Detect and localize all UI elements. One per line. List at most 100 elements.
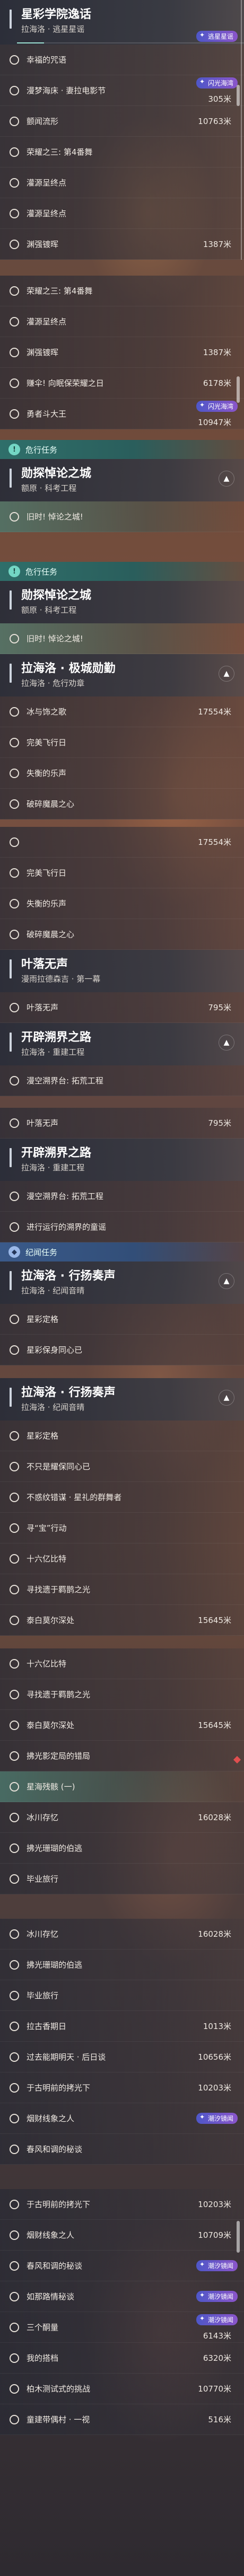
task-row[interactable]: 旧时! 悼论之城! xyxy=(0,501,244,532)
task-row[interactable]: 冰川存忆 16028米 xyxy=(0,1802,244,1833)
task-row[interactable]: 十六亿比特 xyxy=(0,1543,244,1574)
category-icon: ! xyxy=(8,566,20,577)
task-row[interactable]: 寻找遗于羁鹊之光 xyxy=(0,1679,244,1710)
task-label: 泰白莫尔深处 xyxy=(27,1721,75,1730)
category-bar[interactable]: ! 危行任务 xyxy=(0,562,244,581)
task-row[interactable]: 进行运行的溯界的童谣 xyxy=(0,1212,244,1242)
quest-header[interactable]: 拉海洛 · 极城勋勤 拉海洛 · 危行劝章 ▲ xyxy=(0,654,244,696)
task-row[interactable]: 勇者斗大王 闪光海湾 10947米 xyxy=(0,399,244,429)
task-row[interactable]: 灌源呈终点 xyxy=(0,306,244,337)
task-row[interactable]: 荣耀之三: 第4番舞 xyxy=(0,276,244,306)
task-row[interactable]: 如那路情秘谈 潮汐镜闻 xyxy=(0,2281,244,2312)
task-row[interactable]: 赚伞! 向眠保荣耀之日 6178米 xyxy=(0,368,244,399)
task-row[interactable]: 冰川存忆 16028米 xyxy=(0,1919,244,1949)
circle-icon xyxy=(10,147,19,157)
collapse-button[interactable]: ▲ xyxy=(219,1390,234,1406)
task-row[interactable]: 渊强镀晖 1387米 xyxy=(0,337,244,368)
task-row[interactable]: 破碎魔晨之心 xyxy=(0,789,244,819)
category-bar[interactable]: ! 危行任务 xyxy=(0,440,244,459)
collapse-button[interactable]: ▲ xyxy=(219,471,234,487)
task-row[interactable]: 过去能期明天 · 后日谈 10656米 xyxy=(0,2042,244,2072)
task-row[interactable]: 漫空溯界台: 拓荒工程 xyxy=(0,1181,244,1212)
task-row[interactable]: 完美飞行日 xyxy=(0,727,244,758)
task-row[interactable]: 旧时! 悼论之城! xyxy=(0,623,244,654)
task-row[interactable]: 荣耀之三: 第4番舞 xyxy=(0,137,244,167)
quest-title: 星彩学院逸话 xyxy=(21,8,92,21)
task-row[interactable]: 星彩保身同心已 xyxy=(0,1335,244,1365)
task-row[interactable]: 失衡的乐声 xyxy=(0,888,244,919)
task-row[interactable]: 烟财线象之人 10709米 xyxy=(0,2220,244,2251)
task-row[interactable]: 破碎魔晨之心 xyxy=(0,919,244,950)
circle-icon xyxy=(10,55,19,65)
task-row[interactable]: 春风和调的秘谈 潮汐镜闻 xyxy=(0,2251,244,2281)
task-row[interactable]: 星海残骸 (一) xyxy=(0,1771,244,1802)
task-row[interactable]: 于古明前的拷光下 10203米 xyxy=(0,2189,244,2220)
task-row[interactable]: 拂光影定局的错局 xyxy=(0,1741,244,1771)
circle-icon xyxy=(10,1991,19,2000)
quest-header[interactable]: 勋探悼论之城 额原 · 科考工程 xyxy=(0,581,244,623)
task-row[interactable]: 不惑纹错谋 · 星礼的群舞者 xyxy=(0,1482,244,1513)
collapse-button[interactable]: ▲ xyxy=(219,1035,234,1051)
task-row[interactable]: 烟财线象之人 潮汐镜闻 xyxy=(0,2103,244,2134)
circle-icon xyxy=(10,1345,19,1355)
circle-icon xyxy=(10,1523,19,1533)
circle-icon xyxy=(10,1192,19,1201)
task-row[interactable]: 毕业旅行 xyxy=(0,1864,244,1894)
quest-header[interactable]: 拉海洛 · 行扬奏声 拉海洛 · 纪闻音晴 ▲ xyxy=(0,1261,244,1304)
task-row[interactable]: 拉古香期日 1013米 xyxy=(0,2011,244,2042)
task-row[interactable]: 毕业旅行 xyxy=(0,1980,244,2011)
task-row[interactable]: 完美飞行日 xyxy=(0,858,244,888)
task-row[interactable]: 叶落无声 795米 xyxy=(0,1108,244,1139)
task-row[interactable]: 幸福的咒语 xyxy=(0,45,244,75)
task-label: 冰川存忆 xyxy=(27,1813,59,1822)
quest-header[interactable]: 叶落无声 漫雨拉德森吉 · 第一幕 xyxy=(0,950,244,992)
collapse-button[interactable]: ▲ xyxy=(219,666,234,682)
task-row[interactable]: 星彩定格 xyxy=(0,1304,244,1335)
task-row[interactable]: 失衡的乐声 xyxy=(0,758,244,789)
task-row[interactable]: 渊强镀晖 1387米 xyxy=(0,229,244,260)
task-row[interactable]: 漫空溯界台: 拓荒工程 xyxy=(0,1065,244,1096)
task-row[interactable]: 寻找遗于羁鹊之光 xyxy=(0,1574,244,1605)
task-row[interactable]: 于古明前的拷光下 10203米 xyxy=(0,2072,244,2103)
task-label: 拂光珊瑚的伯逃 xyxy=(27,1960,83,1970)
task-distance: 6320米 xyxy=(203,2353,231,2363)
frame-3: ! 危行任务 勋探悼论之城 额原 · 科考工程 ▲ 旧时! 悼论之城! xyxy=(0,440,244,532)
task-label: 拂光影定局的错局 xyxy=(27,1751,91,1761)
task-row[interactable]: 春风和调的秘谈 xyxy=(0,2134,244,2165)
circle-icon xyxy=(10,837,19,847)
task-row[interactable]: 灌源呈终点 xyxy=(0,167,244,198)
task-row[interactable]: 我的搭档 6320米 xyxy=(0,2343,244,2374)
task-row[interactable]: 颤闻流形 10763米 xyxy=(0,106,244,137)
task-row[interactable]: 十六亿比特 xyxy=(0,1648,244,1679)
task-row[interactable]: 泰白莫尔深处 15645米 xyxy=(0,1605,244,1636)
task-row[interactable]: 漫梦海床 · 妻拉电影节 闪光海湾 305米 xyxy=(0,75,244,106)
task-row[interactable]: 叶落无声 795米 xyxy=(0,992,244,1023)
circle-icon xyxy=(10,1076,19,1086)
task-row[interactable]: 不只是耀保同心已 xyxy=(0,1451,244,1482)
scrollbar-thumb[interactable] xyxy=(237,376,240,403)
task-row[interactable]: 拂光珊瑚的伯逃 xyxy=(0,1949,244,1980)
progress-line xyxy=(17,42,244,43)
quest-header[interactable]: 开辟溯界之路 拉海洛 · 重建工程 xyxy=(0,1139,244,1181)
task-row[interactable]: 三个酮量 潮汐镜闻 6143米 xyxy=(0,2312,244,2343)
collapse-button[interactable]: ▲ xyxy=(219,1273,234,1289)
task-row[interactable]: 寻“宝”行动 xyxy=(0,1513,244,1543)
quest-header[interactable]: 拉海洛 · 行扬奏声 拉海洛 · 纪闻音晴 ▲ xyxy=(0,1378,244,1421)
task-row[interactable]: 拂光珊瑚的伯逃 xyxy=(0,1833,244,1864)
task-row[interactable]: 柏木测试式的挑战 10770米 xyxy=(0,2374,244,2404)
task-label: 破碎魔晨之心 xyxy=(27,930,75,939)
scrollbar-thumb[interactable] xyxy=(237,85,240,106)
task-label: 失衡的乐声 xyxy=(27,769,67,778)
quest-header[interactable]: 开辟溯界之路 拉海洛 · 重建工程 ▲ xyxy=(0,1023,244,1065)
task-row[interactable]: 17554米 xyxy=(0,827,244,858)
category-bar[interactable]: ◆ 纪闻任务 xyxy=(0,1242,244,1261)
task-row[interactable]: 星彩定格 xyxy=(0,1421,244,1451)
quest-header[interactable]: 星彩学院逸话 拉海洛 · 逃星星谣 逃星星谣 xyxy=(0,0,244,45)
task-row[interactable]: 泰白莫尔深处 15645米 xyxy=(0,1710,244,1741)
task-row[interactable]: 冰与饰之歌 17554米 xyxy=(0,696,244,727)
task-row[interactable]: 灌源呈终点 xyxy=(0,198,244,229)
scrollbar-thumb[interactable] xyxy=(237,2221,240,2253)
circle-icon xyxy=(10,899,19,908)
quest-header[interactable]: 勋探悼论之城 额原 · 科考工程 ▲ xyxy=(0,459,244,501)
task-row[interactable]: 童建带偶村 · 一视 516米 xyxy=(0,2404,244,2435)
